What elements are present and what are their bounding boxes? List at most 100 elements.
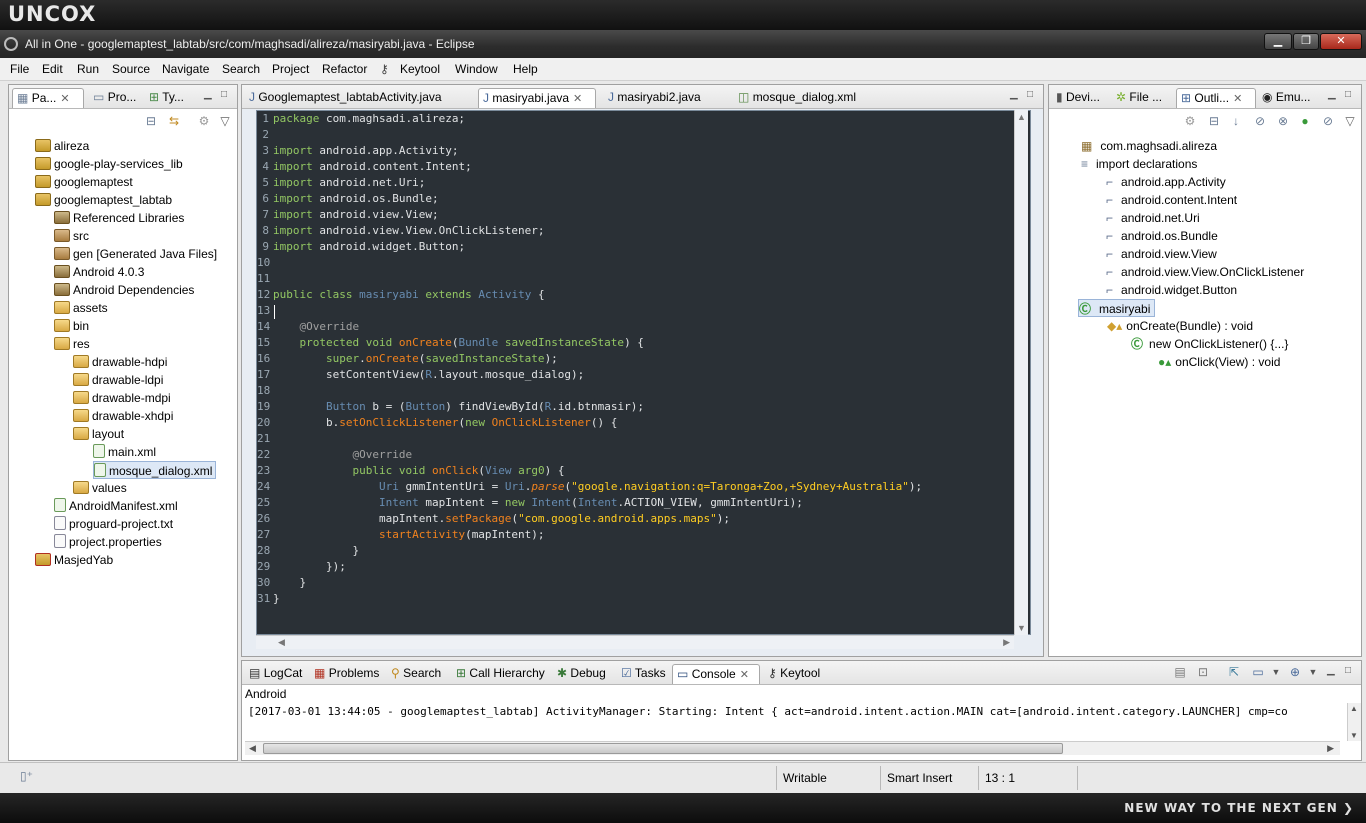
tree-item[interactable]: res	[54, 335, 90, 353]
hide-static-icon[interactable]: ⊘	[1252, 113, 1268, 129]
minimize-button[interactable]: ▁	[1264, 33, 1292, 50]
tab-logcat[interactable]: ▤ LogCat	[245, 664, 309, 684]
tab-project-explorer[interactable]: ▭ Pro...	[89, 88, 141, 108]
open-console-menu-icon[interactable]: ▼	[1305, 664, 1321, 680]
tab-package-explorer[interactable]: ▦ Pa... ✕	[12, 88, 84, 108]
tab-googlemaptest-activity[interactable]: J Googlemaptest_labtabActivity.java	[245, 88, 475, 108]
tree-item[interactable]: googlemaptest_labtab	[35, 191, 172, 209]
menu-search[interactable]: Search	[222, 62, 260, 76]
tab-tasks[interactable]: ☑ Tasks	[617, 664, 669, 684]
close-button[interactable]: ✕	[1320, 33, 1362, 50]
scroll-left-icon[interactable]: ◀	[249, 743, 256, 754]
tab-problems[interactable]: ▦ Problems	[310, 664, 384, 684]
collapse-all-icon[interactable]: ⊟	[143, 113, 159, 129]
tree-item[interactable]: src	[54, 227, 89, 245]
minimize-view-icon[interactable]: ▁	[1328, 90, 1339, 101]
tab-keytool[interactable]: ⚷ Keytool	[764, 664, 830, 684]
tree-item[interactable]: Android 4.0.3	[54, 263, 144, 281]
pin-console-icon[interactable]: ⇱	[1226, 664, 1242, 680]
menu-run[interactable]: Run	[77, 62, 99, 76]
tree-item[interactable]: MasjedYab	[35, 551, 113, 569]
tab-type-hierarchy[interactable]: ⊞ Ty...	[145, 88, 197, 108]
tab-search[interactable]: ⚲ Search	[387, 664, 449, 684]
tab-masiryabi2[interactable]: J masiryabi2.java	[604, 88, 722, 108]
outline-item[interactable]: ⌐ android.os.Bundle	[1106, 227, 1218, 245]
outline-item[interactable]: ▦ com.maghsadi.alireza	[1081, 137, 1217, 155]
tree-item-selected[interactable]: mosque_dialog.xml	[93, 461, 217, 479]
tab-masiryabi[interactable]: J masiryabi.java ✕	[478, 88, 596, 108]
display-console-menu-icon[interactable]: ▼	[1268, 664, 1284, 680]
scroll-up-icon[interactable]: ▲	[1017, 112, 1026, 122]
tab-devices[interactable]: ▮ Devi...	[1052, 88, 1110, 108]
outline-item[interactable]: ⌐ android.view.View	[1106, 245, 1217, 263]
menu-refactor[interactable]: Refactor	[322, 62, 367, 76]
menu-project[interactable]: Project	[272, 62, 309, 76]
scroll-down-icon[interactable]: ▼	[1017, 623, 1026, 633]
menu-navigate[interactable]: Navigate	[162, 62, 209, 76]
open-console-icon[interactable]: ⊕	[1287, 664, 1303, 680]
menu-keytool[interactable]: Keytool	[400, 62, 440, 76]
tree-item[interactable]: layout	[73, 425, 124, 443]
link-with-editor-icon[interactable]: ⇆	[166, 113, 182, 129]
code-editor[interactable]: 1 package com.maghsadi.alireza; 2 3 import a…	[256, 110, 1031, 635]
tree-item[interactable]: Referenced Libraries	[54, 209, 184, 227]
tab-mosque-dialog-xml[interactable]: ◫ mosque_dialog.xml	[734, 88, 894, 108]
display-console-icon[interactable]: ▭	[1250, 664, 1266, 680]
tree-item[interactable]: gen [Generated Java Files]	[54, 245, 217, 263]
tree-item[interactable]: proguard-project.txt	[54, 515, 173, 533]
tree-item[interactable]: assets	[54, 299, 108, 317]
maximize-view-icon[interactable]: □	[221, 90, 232, 101]
view-menu-icon[interactable]: ▽	[217, 113, 233, 129]
scroll-lock-icon[interactable]: ⊡	[1195, 664, 1211, 680]
scrollbar-thumb[interactable]	[263, 743, 1063, 754]
public-filter-icon[interactable]: ●	[1297, 113, 1313, 129]
outline-item[interactable]: ●▴ onClick(View) : void	[1158, 353, 1280, 371]
tab-debug[interactable]: ✱ Debug	[553, 664, 613, 684]
tree-item[interactable]: drawable-hdpi	[73, 353, 167, 371]
menu-help[interactable]: Help	[513, 62, 538, 76]
maximize-view-icon[interactable]: □	[1345, 90, 1356, 101]
fast-view-icon[interactable]: ▯⁺	[20, 769, 33, 783]
tree-item[interactable]: bin	[54, 317, 89, 335]
tab-console[interactable]: ▭ Console ✕	[672, 664, 760, 684]
console-horizontal-scrollbar[interactable]: ◀ ▶	[245, 741, 1340, 755]
tree-item[interactable]: drawable-xhdpi	[73, 407, 173, 425]
close-icon[interactable]: ✕	[573, 93, 582, 105]
maximize-view-icon[interactable]: □	[1027, 90, 1038, 101]
scroll-right-icon[interactable]: ▶	[1327, 743, 1334, 754]
tree-item[interactable]: drawable-ldpi	[73, 371, 163, 389]
tree-item[interactable]: google-play-services_lib	[35, 155, 183, 173]
tab-emulator[interactable]: ◉ Emu...	[1258, 88, 1322, 108]
scroll-right-icon[interactable]: ▶	[1003, 637, 1010, 648]
collapse-all-icon[interactable]: ⊟	[1206, 113, 1222, 129]
editor-horizontal-scrollbar[interactable]: ◀ ▶	[256, 635, 1014, 649]
editor-vertical-scrollbar[interactable]: ▲ ▼	[1014, 110, 1028, 635]
tree-item[interactable]: main.xml	[93, 443, 156, 461]
outline-item[interactable]: ⌐ android.app.Activity	[1106, 173, 1226, 191]
outline-item[interactable]: ⌐ android.view.View.OnClickListener	[1106, 263, 1304, 281]
tree-item[interactable]: Android Dependencies	[54, 281, 194, 299]
scroll-up-icon[interactable]: ▲	[1350, 704, 1358, 713]
hide-local-types-icon[interactable]: ⊘	[1320, 113, 1336, 129]
scroll-down-icon[interactable]: ▼	[1350, 731, 1358, 740]
outline-item[interactable]: Ⓒnew OnClickListener() {...}	[1131, 335, 1288, 353]
hide-fields-icon[interactable]: ⚙	[1182, 113, 1198, 129]
console-vertical-scrollbar[interactable]: ▲ ▼	[1347, 703, 1361, 741]
tree-item[interactable]: drawable-mdpi	[73, 389, 171, 407]
outline-item[interactable]: ≡ import declarations	[1081, 155, 1197, 173]
clear-console-icon[interactable]: ▤	[1172, 664, 1188, 680]
tree-item[interactable]: alireza	[35, 137, 89, 155]
scroll-left-icon[interactable]: ◀	[278, 637, 285, 648]
tab-call-hierarchy[interactable]: ⊞ Call Hierarchy	[452, 664, 550, 684]
tree-item[interactable]: AndroidManifest.xml	[54, 497, 178, 515]
tree-item[interactable]: project.properties	[54, 533, 162, 551]
outline-item[interactable]: ◆▴ onCreate(Bundle) : void	[1107, 317, 1253, 335]
minimize-view-icon[interactable]: ▁	[1010, 90, 1021, 101]
outline-item-selected[interactable]: Ⓒmasiryabi	[1078, 299, 1156, 317]
maximize-view-icon[interactable]: □	[1345, 666, 1356, 677]
outline-item[interactable]: ⌐ android.widget.Button	[1106, 281, 1237, 299]
hide-nonpublic-icon[interactable]: ⊗	[1275, 113, 1291, 129]
filter-icon[interactable]: ⚙	[196, 113, 212, 129]
close-icon[interactable]: ✕	[1233, 93, 1242, 105]
minimize-view-icon[interactable]: ▁	[204, 90, 215, 101]
